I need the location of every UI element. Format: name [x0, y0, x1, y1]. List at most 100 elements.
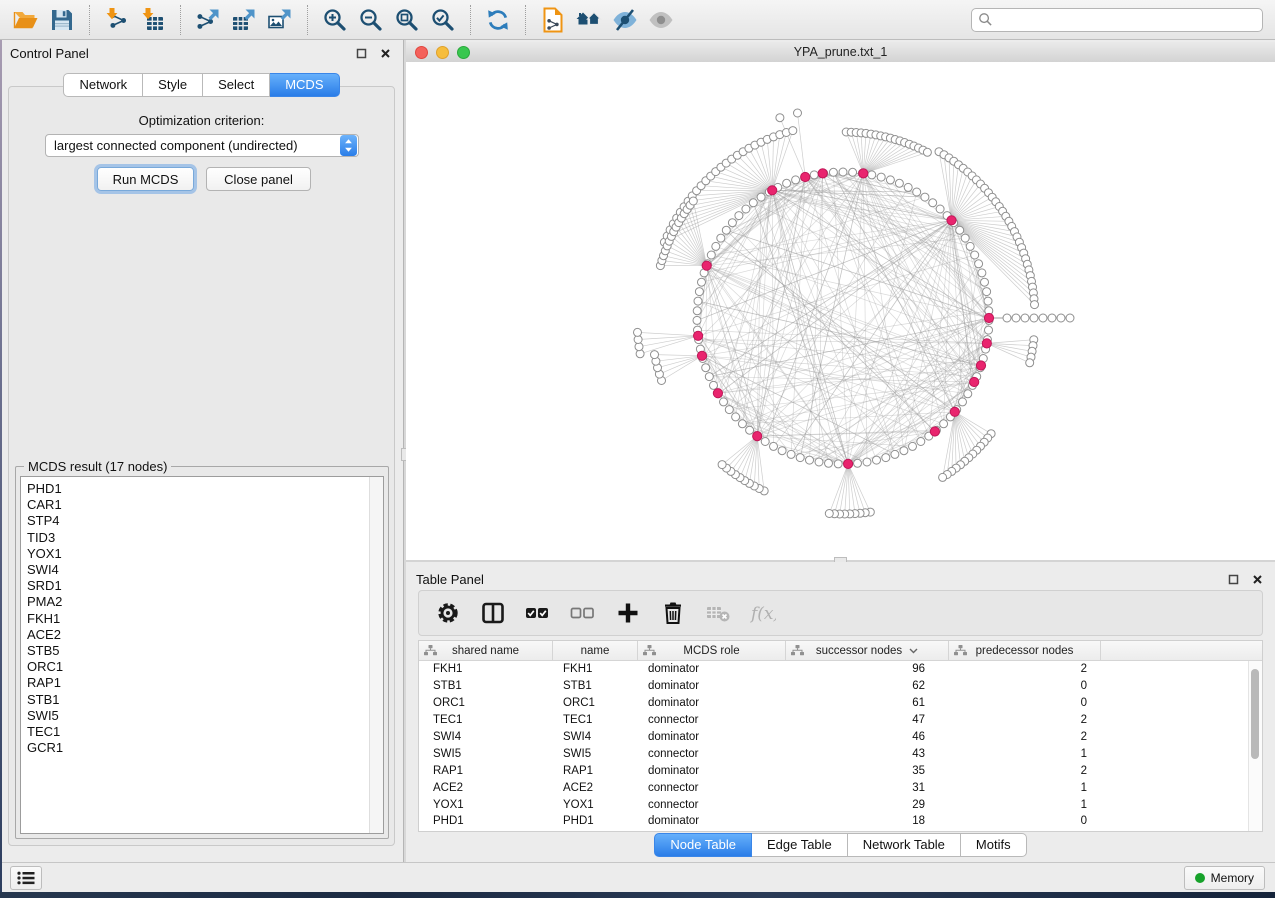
export-table-button[interactable]: [227, 4, 261, 36]
mcds-result-item[interactable]: STB1: [21, 692, 383, 708]
zoom-out-button[interactable]: [354, 4, 388, 36]
open-button[interactable]: [9, 4, 43, 36]
shared-column-icon: [791, 645, 804, 656]
mcds-result-list[interactable]: PHD1CAR1STP4TID3YOX1SWI4SRD1PMA2FKH1ACE2…: [20, 476, 384, 834]
tab-motifs[interactable]: Motifs: [961, 833, 1027, 857]
column-header-predecessor-nodes[interactable]: predecessor nodes: [949, 641, 1101, 660]
column-header-successor-nodes[interactable]: successor nodes: [786, 641, 949, 660]
mcds-result-item[interactable]: ORC1: [21, 659, 383, 675]
mcds-result-item[interactable]: TID3: [21, 530, 383, 546]
close-panel-icon[interactable]: [377, 45, 393, 61]
tab-network-table[interactable]: Network Table: [848, 833, 961, 857]
deselect-all-button[interactable]: [570, 600, 596, 626]
tab-style[interactable]: Style: [143, 73, 203, 97]
table-cell: 0: [949, 680, 1101, 692]
settings-button[interactable]: [435, 600, 461, 626]
maximize-window-icon[interactable]: [457, 46, 470, 59]
export-network-icon: [195, 7, 221, 33]
mcds-result-item[interactable]: FKH1: [21, 611, 383, 627]
shared-column-icon: [954, 645, 967, 656]
search-input[interactable]: [971, 8, 1263, 32]
mcds-result-item[interactable]: GCR1: [21, 740, 383, 756]
table-cell: 96: [786, 663, 949, 675]
memory-label: Memory: [1211, 871, 1254, 885]
column-header-MCDS-role[interactable]: MCDS role: [638, 641, 786, 660]
columns-button[interactable]: [480, 600, 506, 626]
deselect-all-icon: [570, 600, 596, 626]
refresh-button[interactable]: [481, 4, 515, 36]
mcds-result-item[interactable]: CAR1: [21, 497, 383, 513]
table-row[interactable]: PHD1PHD1dominator180: [419, 813, 1262, 830]
table-row[interactable]: SWI5SWI5connector431: [419, 745, 1262, 762]
mcds-result-item[interactable]: SWI5: [21, 708, 383, 724]
table-row[interactable]: ACE2ACE2connector311: [419, 779, 1262, 796]
mcds-list-scrollbar[interactable]: [369, 477, 383, 833]
mcds-result-item[interactable]: SWI4: [21, 562, 383, 578]
delete-column-button[interactable]: [660, 600, 686, 626]
optimization-criterion-select[interactable]: largest connected component (undirected): [45, 134, 359, 157]
table-scrollbar-thumb[interactable]: [1251, 669, 1259, 759]
export-image-button[interactable]: [263, 4, 297, 36]
column-header-shared-name[interactable]: shared name: [419, 641, 553, 660]
mcds-result-item[interactable]: STP4: [21, 513, 383, 529]
table-row[interactable]: YOX1YOX1connector291: [419, 796, 1262, 813]
network-canvas[interactable]: [406, 62, 1275, 560]
mcds-result-item[interactable]: RAP1: [21, 675, 383, 691]
network-file-button[interactable]: [536, 4, 570, 36]
close-table-panel-icon[interactable]: [1249, 571, 1265, 587]
close-panel-button[interactable]: Close panel: [206, 167, 311, 191]
float-panel-icon[interactable]: [353, 45, 369, 61]
tab-node-table[interactable]: Node Table: [654, 833, 752, 857]
mcds-result-item[interactable]: STB5: [21, 643, 383, 659]
table-cell: dominator: [638, 765, 786, 777]
mcds-result-item[interactable]: TEC1: [21, 724, 383, 740]
first-neighbors-button[interactable]: [572, 4, 606, 36]
select-all-button[interactable]: [525, 600, 551, 626]
tab-mcds[interactable]: MCDS: [270, 73, 339, 97]
mcds-result-item[interactable]: PMA2: [21, 594, 383, 610]
mcds-result-item[interactable]: SRD1: [21, 578, 383, 594]
table-cell: 0: [949, 697, 1101, 709]
select-all-icon: [525, 600, 551, 626]
add-column-button[interactable]: [615, 600, 641, 626]
minimize-window-icon[interactable]: [436, 46, 449, 59]
table-row[interactable]: SWI4SWI4dominator462: [419, 729, 1262, 746]
table-row[interactable]: STB1STB1dominator620: [419, 678, 1262, 695]
zoom-fit-button[interactable]: [390, 4, 424, 36]
hide-selected-button[interactable]: [608, 4, 642, 36]
zoom-in-button[interactable]: [318, 4, 352, 36]
hide-selected-icon: [612, 7, 638, 33]
status-menu-button[interactable]: [10, 866, 42, 890]
tab-edge-table[interactable]: Edge Table: [752, 833, 848, 857]
memory-button[interactable]: Memory: [1184, 866, 1265, 890]
table-row[interactable]: RAP1RAP1dominator352: [419, 762, 1262, 779]
settings-icon: [435, 600, 461, 626]
table-cell: dominator: [638, 815, 786, 827]
table-row[interactable]: TEC1TEC1connector472: [419, 712, 1262, 729]
mcds-result-item[interactable]: YOX1: [21, 546, 383, 562]
main-toolbar: [0, 0, 1275, 40]
mcds-result-item[interactable]: PHD1: [21, 481, 383, 497]
zoom-selected-button[interactable]: [426, 4, 460, 36]
table-cell: STB1: [419, 680, 553, 692]
mcds-tab-content: Optimization criterion: largest connecte…: [8, 86, 395, 846]
table-row[interactable]: ORC1ORC1dominator610: [419, 695, 1262, 712]
run-mcds-button[interactable]: Run MCDS: [97, 167, 194, 191]
close-window-icon[interactable]: [415, 46, 428, 59]
tab-network[interactable]: Network: [63, 73, 143, 97]
import-network-button[interactable]: [100, 4, 134, 36]
export-network-button[interactable]: [191, 4, 225, 36]
tab-select[interactable]: Select: [203, 73, 270, 97]
save-icon: [49, 7, 75, 33]
column-header-name[interactable]: name: [553, 641, 638, 660]
table-row[interactable]: FKH1FKH1dominator962: [419, 661, 1262, 678]
table-cell: ORC1: [419, 697, 553, 709]
save-button[interactable]: [45, 4, 79, 36]
import-table-button[interactable]: [136, 4, 170, 36]
network-view-titlebar[interactable]: YPA_prune.txt_1: [406, 42, 1275, 63]
show-all-button[interactable]: [644, 4, 678, 36]
table-scrollbar[interactable]: [1248, 661, 1262, 831]
network-graph[interactable]: [406, 62, 1275, 560]
mcds-result-item[interactable]: ACE2: [21, 627, 383, 643]
float-table-panel-icon[interactable]: [1225, 571, 1241, 587]
